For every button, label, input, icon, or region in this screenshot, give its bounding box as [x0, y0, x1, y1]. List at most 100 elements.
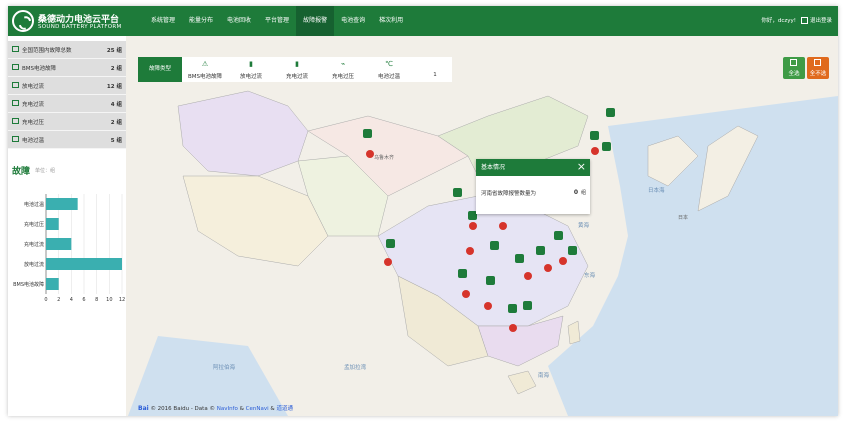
nav-energy-distribution[interactable]: 能量分布: [182, 6, 220, 36]
checkbox-icon: [814, 59, 821, 66]
select-none-button[interactable]: 全不选: [807, 57, 829, 79]
battery-marker-icon[interactable]: [453, 188, 462, 197]
stat-label: 全国范围内故障总数: [22, 48, 72, 54]
battery-marker-icon[interactable]: [554, 231, 563, 240]
popup-text: 河南省故障报警数量为: [481, 191, 537, 197]
nav-platform-management[interactable]: 平台管理: [258, 6, 296, 36]
x-tick-label: 2: [57, 297, 60, 303]
fault-type-discharge-overcurrent[interactable]: ▮ 放电过流: [228, 57, 274, 82]
alarm-pin-icon[interactable]: [591, 147, 599, 155]
brand-logo-icon: [12, 10, 34, 32]
nav-battery-recycling[interactable]: 电池回收: [220, 6, 258, 36]
fault-type-button[interactable]: 故障类型: [138, 57, 182, 82]
chart-bar[interactable]: [46, 278, 59, 290]
stat-over-temperature[interactable]: 电池过温 5 组: [8, 131, 126, 149]
nav-cascade-utilization[interactable]: 梯次利用: [372, 6, 410, 36]
battery-marker-icon[interactable]: [363, 129, 372, 138]
chart-bar[interactable]: [46, 218, 59, 230]
chart-bar[interactable]: [46, 258, 122, 270]
battery-icon: ▮: [249, 60, 253, 68]
stat-value: 2 组: [110, 120, 122, 126]
alarm-pin-icon[interactable]: [366, 150, 374, 158]
daodaotong-link[interactable]: 道道通: [276, 406, 293, 412]
stat-value: 2 组: [110, 66, 122, 72]
nav-fault-alarm[interactable]: 故障报警: [296, 6, 335, 36]
battery-marker-icon[interactable]: [606, 108, 615, 117]
fault-type-over-temperature[interactable]: ℃ 电池过温: [366, 57, 412, 82]
info-popup: 基本情况 × 河南省故障报警数量为 0 组: [476, 159, 590, 214]
stat-charge-overcurrent[interactable]: 充电过流 4 组: [8, 95, 126, 113]
baidu-logo: Bai: [138, 405, 149, 412]
fault-chart-unit: 单位：组: [35, 168, 56, 174]
logout-link[interactable]: 退出登录: [800, 6, 832, 36]
y-category-label: 充电过流: [24, 241, 44, 248]
fault-type-label: BMS电池故障: [187, 74, 222, 80]
battery-marker-icon[interactable]: [458, 269, 467, 278]
fault-type-charge-overvoltage[interactable]: ⌁ 充电过压: [320, 57, 366, 82]
battery-marker-icon[interactable]: [515, 254, 524, 263]
y-category-label: 电池过温: [24, 201, 44, 208]
stat-value: 5 组: [110, 138, 122, 144]
monitor-icon: [12, 46, 19, 52]
nav-system-management[interactable]: 系统管理: [144, 6, 182, 36]
fault-type-charge-overcurrent[interactable]: ▮ 充电过流: [274, 57, 320, 82]
battery-marker-icon[interactable]: [523, 301, 532, 310]
battery-icon: [12, 100, 19, 106]
stat-total-faults[interactable]: 全国范围内故障总数 25 组: [8, 41, 126, 59]
cennavi-link[interactable]: CenNavi: [246, 406, 269, 412]
fault-type-label: 1: [433, 72, 437, 78]
warning-icon: ⚠: [201, 60, 209, 68]
main-nav: 系统管理 能量分布 电池回收 平台管理 故障报警 电池查询 梯次利用: [144, 6, 410, 36]
battery-marker-icon[interactable]: [490, 241, 499, 250]
top-navbar: 桑德动力电池云平台 SOUND BATTERY PLATFORM 系统管理 能量…: [8, 6, 838, 36]
battery-marker-icon[interactable]: [568, 246, 577, 255]
battery-marker-icon[interactable]: [536, 246, 545, 255]
fault-chart-title: 故障: [12, 167, 31, 177]
fault-type-extra[interactable]: 1: [412, 57, 458, 82]
fault-type-toolbar: 故障类型 ⚠ BMS电池故障 ▮ 放电过流 ▮ 充电过流 ⌁ 充电过压 ℃ 电池…: [138, 57, 452, 82]
stat-bms-fault[interactable]: BMS电池故障 2 组: [8, 59, 126, 77]
battery-marker-icon[interactable]: [508, 304, 517, 313]
close-icon[interactable]: ×: [577, 159, 586, 175]
navinfo-link[interactable]: NavInfo: [217, 406, 238, 412]
app-window: 桑德动力电池云平台 SOUND BATTERY PLATFORM 系统管理 能量…: [8, 6, 838, 416]
stat-label: 放电过流: [22, 84, 45, 90]
fault-bar-chart: 0 2 4 6 8 10 12 电池过温充电过压充电过流放电过流 BMS电池故障: [13, 194, 125, 303]
battery-marker-icon[interactable]: [602, 142, 611, 151]
checkbox-icon: [790, 59, 797, 66]
battery-marker-icon[interactable]: [590, 131, 599, 140]
popup-header: 基本情况 ×: [476, 159, 590, 176]
map-copyright: Bai © 2016 Baidu - Data © NavInfo & CenN…: [138, 405, 293, 412]
alarm-pin-icon[interactable]: [499, 222, 507, 230]
stat-value: 4 组: [110, 102, 122, 108]
chart-bar[interactable]: [46, 198, 78, 210]
copyright-text: © 2016 Baidu - Data ©: [150, 406, 215, 412]
battery-marker-icon[interactable]: [486, 276, 495, 285]
alarm-pin-icon[interactable]: [559, 257, 567, 265]
alarm-pin-icon[interactable]: [544, 264, 552, 272]
alarm-pin-icon[interactable]: [509, 324, 517, 332]
battery-plug-icon: [12, 118, 19, 124]
alarm-pin-icon[interactable]: [466, 247, 474, 255]
fault-type-bms[interactable]: ⚠ BMS电池故障: [182, 57, 228, 82]
alarm-pin-icon[interactable]: [384, 258, 392, 266]
alarm-pin-icon[interactable]: [462, 290, 470, 298]
stat-value: 25 组: [106, 48, 122, 54]
stat-charge-overvoltage[interactable]: 充电过压 2 组: [8, 113, 126, 131]
x-tick-label: 8: [95, 297, 98, 303]
user-greeting: 你好，dczyy!: [761, 18, 796, 24]
nav-battery-query[interactable]: 电池查询: [334, 6, 372, 36]
stat-discharge-overcurrent[interactable]: 放电过流 12 组: [8, 77, 126, 95]
popup-unit: 组: [580, 190, 586, 196]
fault-type-label: 电池过温: [377, 74, 400, 80]
battery-marker-icon[interactable]: [386, 239, 395, 248]
alarm-pin-icon[interactable]: [524, 272, 532, 280]
y-category-label: BMS电池故障: [13, 281, 44, 288]
x-tick-label: 4: [70, 297, 73, 303]
chart-bar[interactable]: [46, 238, 72, 250]
fault-type-label: 充电过流: [285, 74, 308, 80]
alarm-pin-icon[interactable]: [484, 302, 492, 310]
select-all-button[interactable]: 全选: [783, 57, 805, 79]
alarm-pin-icon[interactable]: [469, 222, 477, 230]
x-tick-label: 10: [106, 297, 112, 303]
